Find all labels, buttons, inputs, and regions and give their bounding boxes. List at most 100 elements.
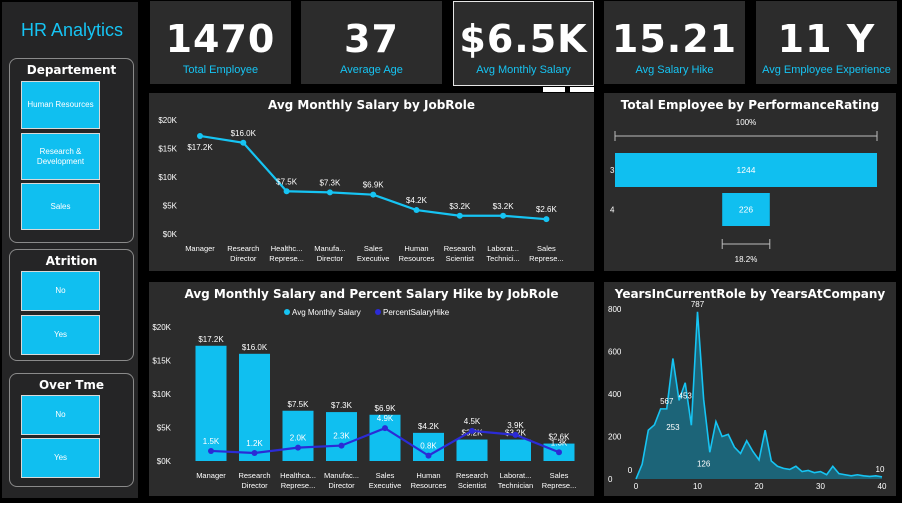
x-tick-label: Director [317,254,344,263]
kpi-average-age[interactable]: 37 Average Age [301,1,442,84]
x-tick-label: Scientist [458,481,487,490]
data-label: 226 [739,205,753,215]
salary-line-chart: $0K $5K $10K $15K $20K $17.2K $16.0K $7.5K $7.3K… [158,116,564,263]
category-label: 3 [610,166,615,175]
x-tick-label: Represe... [269,254,304,263]
y-tick-label: 600 [608,348,622,357]
attrition-slicer-title: Atrition [45,254,98,268]
attrition-option-no[interactable]: No [21,271,100,311]
data-label: $17.2K [187,143,213,152]
x-tick-label: Research [444,244,476,253]
x-tick-label: Manufac... [324,471,359,480]
hike-data-point [338,442,345,449]
x-tick-label: 40 [878,482,887,491]
data-label: 126 [697,459,711,468]
attrition-option-yes[interactable]: Yes [21,315,100,355]
x-tick-label: Represe... [529,254,564,263]
data-label: 0 [628,466,633,475]
line-data-label: 4.9K [377,414,394,423]
x-tick-label: Human [416,471,440,480]
data-point [370,191,377,198]
hike-data-point [512,431,519,438]
data-label: 253 [666,423,680,432]
department-option-human-resources[interactable]: Human Resources [21,81,100,129]
y-tick-label: $15K [152,357,171,366]
x-tick-label: Sales [537,244,556,253]
kpi-avg-salary-hike-label: Avg Salary Hike [635,64,714,76]
line-data-label: 1.2K [246,439,263,448]
x-tick-label: Represe... [281,481,316,490]
x-tick-label: Laborat... [500,471,532,480]
department-option-sales[interactable]: Sales [21,183,100,230]
line-data-label: 4.5K [464,417,481,426]
data-point [240,139,247,146]
x-tick-label: 10 [693,482,702,491]
overtime-slicer-title: Over Tme [38,378,105,392]
department-option-research-development[interactable]: Research & Development [21,133,100,180]
years-role-panel[interactable]: YearsInCurrentRole by YearsAtCompany 0 20… [604,282,896,496]
kpi-total-employee-value: 1470 [165,17,276,61]
x-tick-label: Research [456,471,488,480]
y-tick-label: $10K [158,173,177,182]
kpi-total-employee-label: Total Employee [182,64,259,76]
x-tick-label: Director [230,254,257,263]
hike-data-point [382,425,388,432]
y-tick-label: $20K [152,323,171,332]
line-data-label: 2.0K [290,434,307,443]
years-area-chart: 02004006008000 10 20 30 40056745325378712610 [608,300,887,491]
annotation-label: 18.2% [735,255,758,264]
data-point [413,207,420,214]
overtime-option-yes[interactable]: Yes [21,438,100,478]
data-point [326,189,333,196]
kpi-avg-monthly-salary[interactable]: $6.5K Avg Monthly Salary [453,1,594,86]
salary-hike-combo-chart: Avg Monthly Salary PercentSalaryHike $0K $5… [152,308,576,490]
performance-rating-panel[interactable]: Total Employee by PerformanceRating 100%… [604,93,896,271]
data-point [197,132,203,139]
salary-by-jobrole-panel[interactable]: Avg Monthly Salary by JobRole $0K $5K $10K… [149,93,594,271]
x-tick-label: Manager [185,244,215,253]
x-tick-label: Manager [196,471,226,480]
area-fill [636,311,882,479]
data-point [283,188,290,195]
kpi-avg-monthly-salary-value: $6.5K [459,17,588,61]
overtime-option-no[interactable]: No [21,395,100,435]
x-tick-label: Director [328,481,355,490]
salary-hike-panel[interactable]: Avg Monthly Salary and Percent Salary Hi… [149,282,594,496]
legend-label: Avg Monthly Salary [292,308,361,317]
y-tick-label: $15K [158,145,177,154]
kpi-avg-employee-experience[interactable]: 11 Y Avg Employee Experience [756,1,897,84]
kpi-avg-salary-hike[interactable]: 15.21 Avg Salary Hike [604,1,745,84]
data-label: $16.0K [231,129,257,138]
data-label: $6.9K [363,181,385,190]
data-point [500,212,507,219]
data-point [456,212,463,219]
line-data-label: 3.9K [507,421,524,430]
kpi-avg-employee-experience-label: Avg Employee Experience [762,64,891,76]
bar-data-label: $6.9K [375,404,397,413]
x-tick-label: Technician [498,481,533,490]
y-tick-label: 0 [608,475,613,484]
x-tick-label: Healthca... [280,471,316,480]
performance-bar-chart: 100% 1244 3 226 4 18.2% [610,118,878,264]
x-tick-label: Director [241,481,268,490]
x-tick-label: Sales [364,244,383,253]
kpi-average-age-value: 37 [344,17,399,61]
kpi-total-employee[interactable]: 1470 Total Employee [150,1,291,84]
x-tick-label: Sales [550,471,569,480]
x-tick-label: Manufa... [314,244,345,253]
hike-data-point [556,449,562,456]
data-label: 1244 [737,165,756,175]
x-tick-label: Scientist [446,254,475,263]
x-tick-label: Technici... [486,254,519,263]
visual-header-mark [543,87,565,92]
x-tick-label: 20 [755,482,764,491]
y-tick-label: $0K [157,457,172,466]
y-tick-label: 200 [608,433,622,442]
y-tick-label: $5K [163,202,178,211]
x-tick-label: Research [238,471,270,480]
legend-marker-salary [284,309,290,315]
x-tick-label: Research [227,244,259,253]
y-tick-label: $20K [158,116,177,125]
y-tick-label: 800 [608,305,622,314]
data-label: 453 [679,391,693,400]
